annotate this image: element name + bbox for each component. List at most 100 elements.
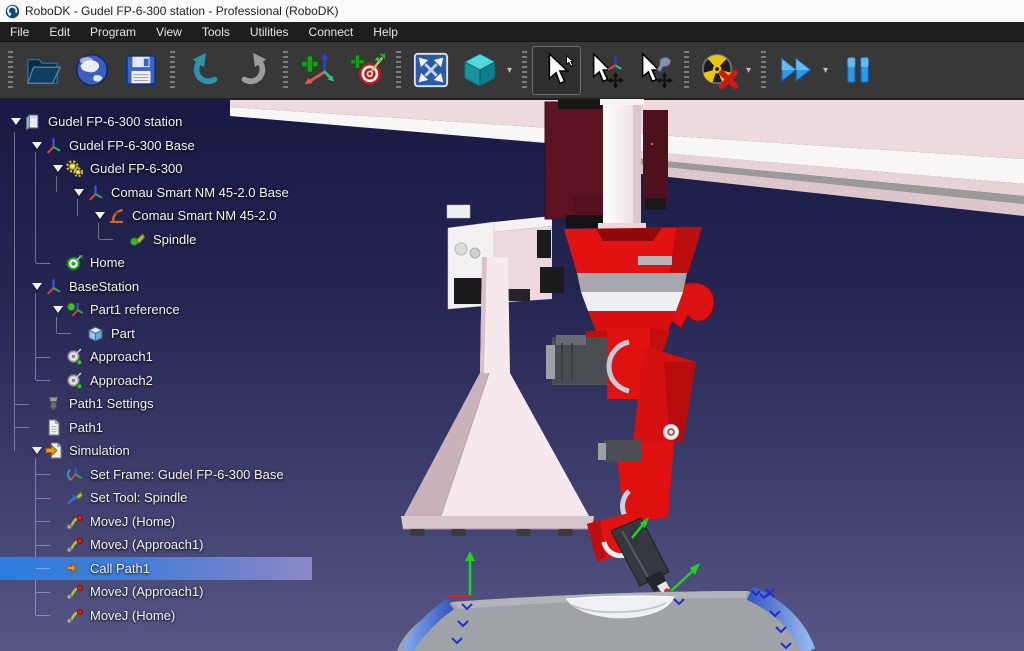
menu-program[interactable]: Program [80, 23, 146, 41]
menu-file[interactable]: File [0, 23, 39, 41]
menu-view[interactable]: View [146, 23, 192, 41]
tree-item-spindle[interactable]: Spindle [0, 228, 208, 252]
menu-help[interactable]: Help [363, 23, 408, 41]
set-tool-icon [66, 489, 85, 506]
toolbar-grip [396, 51, 401, 89]
tree-item-part1-reference[interactable]: Part1 reference [0, 298, 192, 322]
expand-arrow[interactable] [92, 208, 108, 224]
part-ref-icon [66, 301, 85, 318]
tree-item-label: Simulation [69, 443, 130, 458]
tree-item-label: MoveJ (Home) [90, 514, 175, 529]
tree-item-label: Part1 reference [90, 302, 180, 317]
fit-view-button[interactable] [406, 46, 455, 95]
menu-connect[interactable]: Connect [299, 23, 364, 41]
isometric-view-button[interactable] [455, 46, 504, 95]
undo-button[interactable] [180, 46, 229, 95]
arrow-spacer [50, 349, 66, 365]
move-robot-button[interactable] [630, 46, 679, 95]
tree-item-home[interactable]: Home [0, 251, 137, 275]
tree-connector-stub [36, 474, 50, 475]
menu-tools[interactable]: Tools [192, 23, 240, 41]
tree-connector-stub [15, 427, 29, 428]
window-title: RoboDK - Gudel FP-6-300 station - Profes… [25, 4, 338, 18]
tree-item-approach1[interactable]: Approach1 [0, 345, 165, 369]
select-cursor-icon [538, 51, 576, 89]
expand-arrow[interactable] [50, 161, 66, 177]
tree-item-movej-approach1[interactable]: MoveJ (Approach1) [0, 580, 215, 604]
tree-item-call-path1[interactable]: Call Path1 [0, 557, 312, 581]
check-collisions-dropdown[interactable]: ▾ [743, 65, 754, 76]
tree-item-simulation[interactable]: Simulation [0, 439, 142, 463]
tree-connector-stub [36, 521, 50, 522]
tree-item-label: Gudel FP-6-300 [90, 161, 183, 176]
frame-icon [87, 184, 106, 201]
robodk-window: RoboDK - Gudel FP-6-300 station - Profes… [0, 0, 1024, 651]
check-collisions-button[interactable] [694, 46, 743, 95]
toolbar-grip [684, 51, 689, 89]
tree-item-movej-home[interactable]: MoveJ (Home) [0, 510, 187, 534]
add-target-button[interactable] [342, 46, 391, 95]
expand-arrow[interactable] [29, 137, 45, 153]
save-station-button[interactable] [116, 46, 165, 95]
fast-simulation-button[interactable] [771, 46, 820, 95]
tree-item-label: Part [111, 326, 135, 341]
arrow-spacer [50, 513, 66, 529]
station-icon [24, 113, 43, 130]
tree-connector-stub [36, 568, 50, 569]
tree-item-path1[interactable]: Path1 [0, 416, 115, 440]
tree-item-label: Home [90, 255, 125, 270]
toolbar-grip [761, 51, 766, 89]
path-settings-icon [45, 395, 64, 412]
tree-connector-stub [57, 333, 71, 334]
tree-item-label: Comau Smart NM 45-2.0 Base [111, 185, 289, 200]
redo-button[interactable] [229, 46, 278, 95]
fit-view-icon [412, 51, 450, 89]
isometric-view-dropdown[interactable]: ▾ [504, 65, 515, 76]
tree-item-path1-settings[interactable]: Path1 Settings [0, 392, 166, 416]
move-reference-button[interactable] [581, 46, 630, 95]
expand-arrow[interactable] [29, 443, 45, 459]
movej-icon [66, 583, 85, 600]
tree-item-approach2[interactable]: Approach2 [0, 369, 165, 393]
expand-arrow[interactable] [8, 114, 24, 130]
open-online-library-button[interactable] [67, 46, 116, 95]
menu-utilities[interactable]: Utilities [240, 23, 299, 41]
viewport-3d[interactable]: Gudel FP-6-300 station Gudel FP-6-300 Bas… [0, 99, 1024, 651]
movej-icon [66, 607, 85, 624]
select-button[interactable] [532, 46, 581, 95]
tree-connector-stub [36, 263, 50, 264]
tree-item-comau-smart-nm-45-2-0[interactable]: Comau Smart NM 45-2.0 [0, 204, 289, 228]
tree-item-label: MoveJ (Approach1) [90, 584, 203, 599]
move-robot-cursor-icon [636, 51, 674, 89]
menu-bar: FileEditProgramViewToolsUtilitiesConnect… [0, 22, 1024, 42]
tree-item-set-tool-spindle[interactable]: Set Tool: Spindle [0, 486, 199, 510]
tree-item-gudel-fp-6-300-base[interactable]: Gudel FP-6-300 Base [0, 134, 207, 158]
tree-item-movej-home[interactable]: MoveJ (Home) [0, 604, 187, 628]
pause-simulation-button[interactable] [833, 46, 882, 95]
arrow-spacer [50, 560, 66, 576]
expand-arrow[interactable] [29, 278, 45, 294]
open-button[interactable] [18, 46, 67, 95]
expand-arrow[interactable] [50, 302, 66, 318]
open-folder-icon [24, 51, 62, 89]
redo-icon [235, 51, 273, 89]
title-bar: RoboDK - Gudel FP-6-300 station - Profes… [0, 0, 1024, 22]
tree-item-movej-approach1[interactable]: MoveJ (Approach1) [0, 533, 215, 557]
movej-icon [66, 536, 85, 553]
fast-simulation-dropdown[interactable]: ▾ [820, 65, 831, 76]
tree-item-gudel-fp-6-300[interactable]: Gudel FP-6-300 [0, 157, 195, 181]
tree-item-comau-smart-nm-45-2-0-base[interactable]: Comau Smart NM 45-2.0 Base [0, 181, 301, 205]
menu-edit[interactable]: Edit [39, 23, 80, 41]
tree-item-part[interactable]: Part [0, 322, 147, 346]
movej-icon [66, 513, 85, 530]
expand-arrow[interactable] [71, 184, 87, 200]
target-home-icon [66, 254, 85, 271]
arrow-spacer [50, 466, 66, 482]
target-approach-icon [66, 372, 85, 389]
tree-item-label: Gudel FP-6-300 station [48, 114, 182, 129]
add-frame-icon [299, 51, 337, 89]
tree-item-gudel-fp-6-300-station[interactable]: Gudel FP-6-300 station [0, 110, 194, 134]
add-reference-frame-button[interactable] [293, 46, 342, 95]
tree-item-basestation[interactable]: BaseStation [0, 275, 151, 299]
tree-item-set-frame-gudel-fp-6-300-base[interactable]: Set Frame: Gudel FP-6-300 Base [0, 463, 296, 487]
